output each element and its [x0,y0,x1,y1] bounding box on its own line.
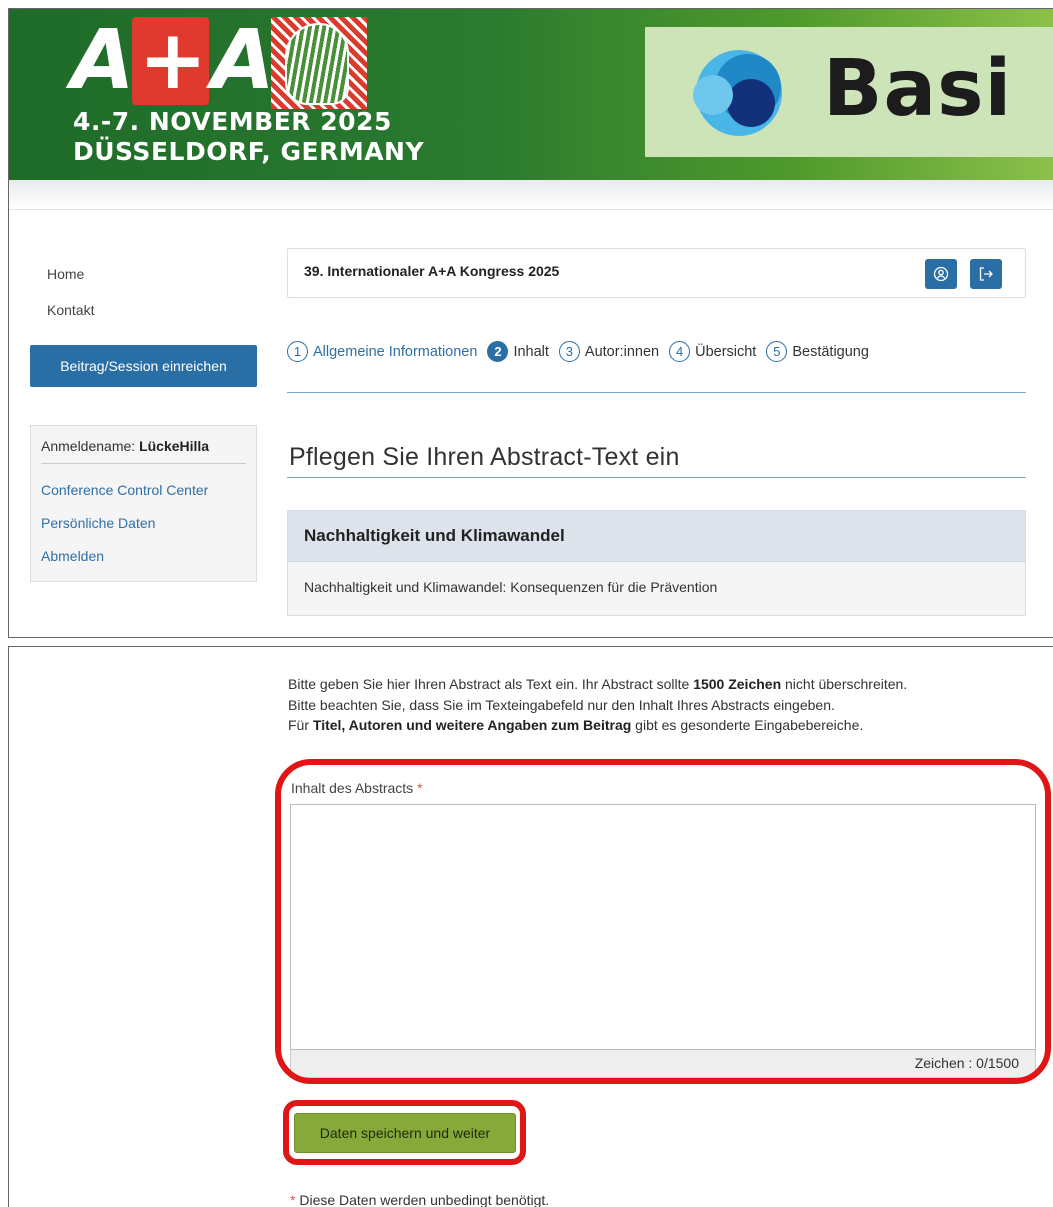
head-logo-icon [271,17,367,109]
step-confirmation[interactable]: 5 Bestätigung [766,341,869,362]
logout-button[interactable] [970,259,1002,289]
step-authors[interactable]: 3 Autor:innen [558,341,660,362]
title-divider [287,477,1026,478]
user-profile-icon [933,266,949,282]
instruction-emphasis: Titel, Autoren und weitere Angaben zum B… [312,717,632,733]
step-label: Bestätigung [792,343,869,360]
basi-logo-icon [693,50,782,136]
step-number: 3 [558,341,580,362]
required-asterisk: * [417,780,423,796]
login-label: Anmeldename: [41,438,136,454]
nav-home-link[interactable]: Home [47,266,84,282]
step-content[interactable]: 2 Inhalt [487,341,549,362]
personal-data-link[interactable]: Persönliche Daten [41,507,246,540]
required-note-text: Diese Daten werden unbedingt benötigt. [295,1192,550,1207]
congress-title: 39. Internationaler A+A Kongress 2025 [304,263,560,279]
instruction-line-1: Bitte geben Sie hier Ihren Abstract als … [288,674,907,695]
login-name: LückeHilla [139,438,210,454]
instruction-line-2: Bitte beachten Sie, dass Sie im Texteing… [288,696,835,713]
event-date: 4.-7. NOVEMBER 2025 DÜSSELDORF, GERMANY [73,107,424,167]
topic-panel: Nachhaltigkeit und Klimawandel Nachhalti… [287,510,1026,616]
required-note: * Diese Daten werden unbedingt benötigt. [290,1192,549,1207]
bottom-screenshot-panel: Bitte geben Sie hier Ihren Abstract als … [8,646,1053,1207]
character-counter-bar: Zeichen : 0/1500 [290,1050,1036,1078]
instruction-emphasis: 1500 Zeichen [693,676,782,692]
user-profile-button[interactable] [925,259,957,289]
step-overview[interactable]: 4 Übersicht [669,341,756,362]
event-location: DÜSSELDORF, GERMANY [73,137,425,166]
abstract-label-text: Inhalt des Abstracts [291,780,414,796]
topic-subtitle: Nachhaltigkeit und Klimawandel: Konseque… [304,579,718,595]
step-label: Allgemeine Informationen [313,343,478,360]
abstract-textarea[interactable] [290,804,1036,1050]
wizard-steps: 1 Allgemeine Informationen 2 Inhalt 3 Au… [287,341,879,362]
instruction-text: gibt es gesonderte Eingabebereiche. [631,717,864,733]
step-number: 1 [287,341,308,362]
abstract-instructions: Bitte geben Sie hier Ihren Abstract als … [288,674,907,736]
step-number: 5 [766,341,788,362]
congress-bar: 39. Internationaler A+A Kongress 2025 [287,248,1026,298]
nav-contact-link[interactable]: Kontakt [47,302,94,318]
page-title: Pflegen Sie Ihren Abstract-Text ein [289,443,680,471]
instruction-text: nicht überschreiten. [781,676,908,692]
sponsor-logo-box: Basi [645,27,1053,157]
steps-divider [287,392,1026,393]
logout-icon [979,267,993,281]
abstract-field-label: Inhalt des Abstracts * [291,780,423,796]
conference-control-center-link[interactable]: Conference Control Center [41,474,246,507]
step-number: 2 [487,341,509,362]
step-number: 4 [669,341,691,362]
submit-contribution-button[interactable]: Beitrag/Session einreichen [30,345,257,387]
step-general-info[interactable]: 1 Allgemeine Informationen [287,341,477,362]
step-label: Inhalt [513,343,549,360]
banner-divider [9,180,1053,210]
step-label: Übersicht [695,343,757,360]
instruction-text: Bitte geben Sie hier Ihren Abstract als … [288,676,694,692]
user-box: Anmeldename: LückeHilla Conference Contr… [30,425,257,582]
instruction-text: Für [288,717,313,733]
event-banner: A+A 4.-7. NOVEMBER 2025 DÜSSELDORF, GERM… [9,9,1053,180]
event-logo: A+A [71,13,275,108]
sponsor-name: Basi [823,44,1013,134]
topic-title: Nachhaltigkeit und Klimawandel [288,511,1025,562]
login-line: Anmeldename: LückeHilla [41,438,246,464]
character-counter: Zeichen : 0/1500 [914,1055,1019,1071]
step-label: Autor:innen [584,343,660,360]
instruction-line-3: Für Titel, Autoren und weitere Angaben z… [288,715,907,736]
save-and-continue-button[interactable]: Daten speichern und weiter [294,1113,516,1153]
event-date-line1: 4.-7. NOVEMBER 2025 [73,107,392,136]
logout-link[interactable]: Abmelden [41,540,246,573]
